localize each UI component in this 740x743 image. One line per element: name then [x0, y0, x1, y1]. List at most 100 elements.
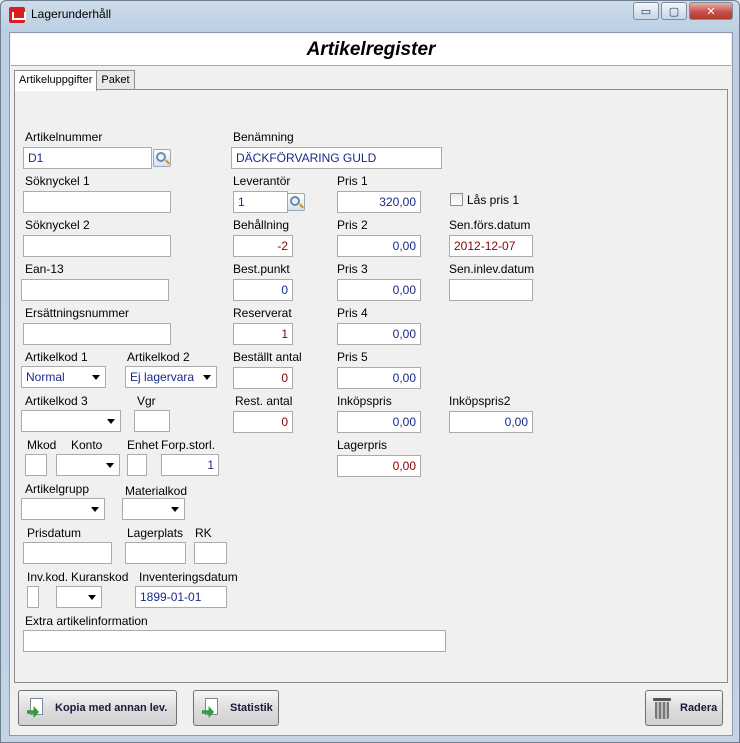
- soknyckel1-field[interactable]: [23, 191, 171, 213]
- pris1-field[interactable]: 320,00: [337, 191, 421, 213]
- sen-fors-datum-field[interactable]: 2012-12-07: [449, 235, 533, 257]
- app-logo-icon: [9, 7, 26, 23]
- extra-info-label: Extra artikelinformation: [25, 614, 148, 628]
- chevron-down-icon: [203, 375, 211, 380]
- inv-kod-label: Inv.kod.: [27, 570, 69, 584]
- kuranskod-label: Kuranskod: [71, 570, 129, 584]
- close-button[interactable]: ✕: [689, 2, 733, 20]
- tab-artikeluppgifter[interactable]: Artikeluppgifter: [14, 70, 98, 91]
- kuranskod-select[interactable]: [56, 586, 102, 608]
- soknyckel2-label: Söknyckel 2: [25, 218, 90, 232]
- mkod-field[interactable]: [25, 454, 47, 476]
- benamning-field[interactable]: DÄCKFÖRVARING GULD: [231, 147, 442, 169]
- kopia-button-label: Kopia med annan lev.: [55, 702, 168, 714]
- best-punkt-field[interactable]: 0: [233, 279, 293, 301]
- prisdatum-label: Prisdatum: [27, 526, 82, 540]
- title-bar: Lagerunderhåll ▭ ▢ ✕: [1, 1, 739, 29]
- soknyckel1-label: Söknyckel 1: [25, 174, 90, 188]
- caption-buttons: ▭ ▢ ✕: [631, 2, 733, 20]
- reserverat-label: Reserverat: [233, 306, 292, 320]
- chevron-down-icon: [91, 507, 99, 512]
- behallning-field[interactable]: -2: [233, 235, 293, 257]
- pris4-label: Pris 4: [337, 306, 368, 320]
- inkopspris2-field[interactable]: 0,00: [449, 411, 533, 433]
- bestallt-antal-label: Beställt antal: [233, 350, 302, 364]
- chevron-down-icon: [92, 375, 100, 380]
- artikelnummer-field[interactable]: D1: [23, 147, 152, 169]
- leverantor-field[interactable]: 1: [233, 191, 288, 213]
- artikelkod1-select[interactable]: Normal: [21, 366, 106, 388]
- benamning-label: Benämning: [233, 130, 294, 144]
- kopia-med-annan-lev-button[interactable]: Kopia med annan lev.: [18, 690, 177, 726]
- minimize-button[interactable]: ▭: [633, 2, 659, 20]
- ean13-field[interactable]: [21, 279, 169, 301]
- statistik-button-label: Statistik: [230, 702, 273, 714]
- enhet-field[interactable]: [127, 454, 147, 476]
- inkopspris-label: Inköpspris: [337, 394, 392, 408]
- pris5-field[interactable]: 0,00: [337, 367, 421, 389]
- pris3-label: Pris 3: [337, 262, 368, 276]
- pris4-field[interactable]: 0,00: [337, 323, 421, 345]
- pris2-field[interactable]: 0,00: [337, 235, 421, 257]
- page-title: Artikelregister: [11, 34, 731, 66]
- leverantor-lookup-button[interactable]: [287, 193, 305, 211]
- maximize-button[interactable]: ▢: [661, 2, 687, 20]
- maximize-icon: ▢: [668, 5, 680, 18]
- konto-select[interactable]: [56, 454, 120, 476]
- vgr-label: Vgr: [137, 394, 156, 408]
- soknyckel2-field[interactable]: [23, 235, 171, 257]
- artikelgrupp-select[interactable]: [21, 498, 105, 520]
- enhet-label: Enhet: [127, 438, 159, 452]
- materialkod-select[interactable]: [122, 498, 185, 520]
- mkod-label: Mkod: [27, 438, 57, 452]
- rk-field[interactable]: [194, 542, 227, 564]
- application-window: Lagerunderhåll ▭ ▢ ✕ Artikelregister Art…: [0, 0, 740, 743]
- pris1-label: Pris 1: [337, 174, 368, 188]
- trash-icon: [652, 696, 672, 720]
- las-pris1-label: Lås pris 1: [467, 193, 520, 207]
- tab-paket[interactable]: Paket: [96, 70, 135, 90]
- prisdatum-field[interactable]: [23, 542, 112, 564]
- radera-button-label: Radera: [680, 702, 718, 714]
- search-icon-handle: [299, 203, 304, 209]
- radera-button[interactable]: Radera: [645, 690, 723, 726]
- sen-inlev-datum-label: Sen.inlev.datum: [449, 262, 535, 276]
- sen-inlev-datum-field[interactable]: [449, 279, 533, 301]
- search-icon-handle: [165, 159, 170, 165]
- ersattningsnummer-label: Ersättningsnummer: [25, 306, 130, 320]
- forp-storl-field[interactable]: 1: [161, 454, 219, 476]
- behallning-label: Behållning: [233, 218, 290, 232]
- rk-label: RK: [195, 526, 212, 540]
- copy-document-icon: [25, 697, 47, 719]
- lagerplats-field[interactable]: [125, 542, 186, 564]
- extra-info-field[interactable]: [23, 630, 446, 652]
- inkopspris-field[interactable]: 0,00: [337, 411, 421, 433]
- artikelkod3-label: Artikelkod 3: [25, 394, 88, 408]
- vgr-field[interactable]: [134, 410, 170, 432]
- bestallt-antal-field[interactable]: 0: [233, 367, 293, 389]
- ersattningsnummer-field[interactable]: [23, 323, 171, 345]
- konto-label: Konto: [71, 438, 103, 452]
- reserverat-field[interactable]: 1: [233, 323, 293, 345]
- materialkod-label: Materialkod: [125, 484, 188, 498]
- sen-fors-datum-label: Sen.förs.datum: [449, 218, 531, 232]
- statistik-button[interactable]: Statistik: [193, 690, 279, 726]
- lagerpris-field[interactable]: 0,00: [337, 455, 421, 477]
- artikelkod2-select[interactable]: Ej lagervara: [125, 366, 217, 388]
- inventeringsdatum-label: Inventeringsdatum: [139, 570, 238, 584]
- inv-kod-field[interactable]: [27, 586, 39, 608]
- pris3-field[interactable]: 0,00: [337, 279, 421, 301]
- artikelnummer-lookup-button[interactable]: [153, 149, 171, 167]
- client-area: Artikelregister Artikeluppgifter Paket A…: [9, 32, 733, 736]
- minimize-icon: ▭: [640, 5, 652, 18]
- lagerplats-label: Lagerplats: [127, 526, 184, 540]
- inkopspris2-label: Inköpspris2: [449, 394, 511, 408]
- inventeringsdatum-field[interactable]: 1899-01-01: [135, 586, 227, 608]
- leverantor-label: Leverantör: [233, 174, 291, 188]
- rest-antal-field[interactable]: 0: [233, 411, 293, 433]
- artikelkod2-value: Ej lagervara: [130, 370, 195, 384]
- artikelkod3-select[interactable]: [21, 410, 121, 432]
- chevron-down-icon: [107, 419, 115, 424]
- las-pris1-checkbox[interactable]: [450, 193, 463, 206]
- window-title: Lagerunderhåll: [31, 7, 112, 21]
